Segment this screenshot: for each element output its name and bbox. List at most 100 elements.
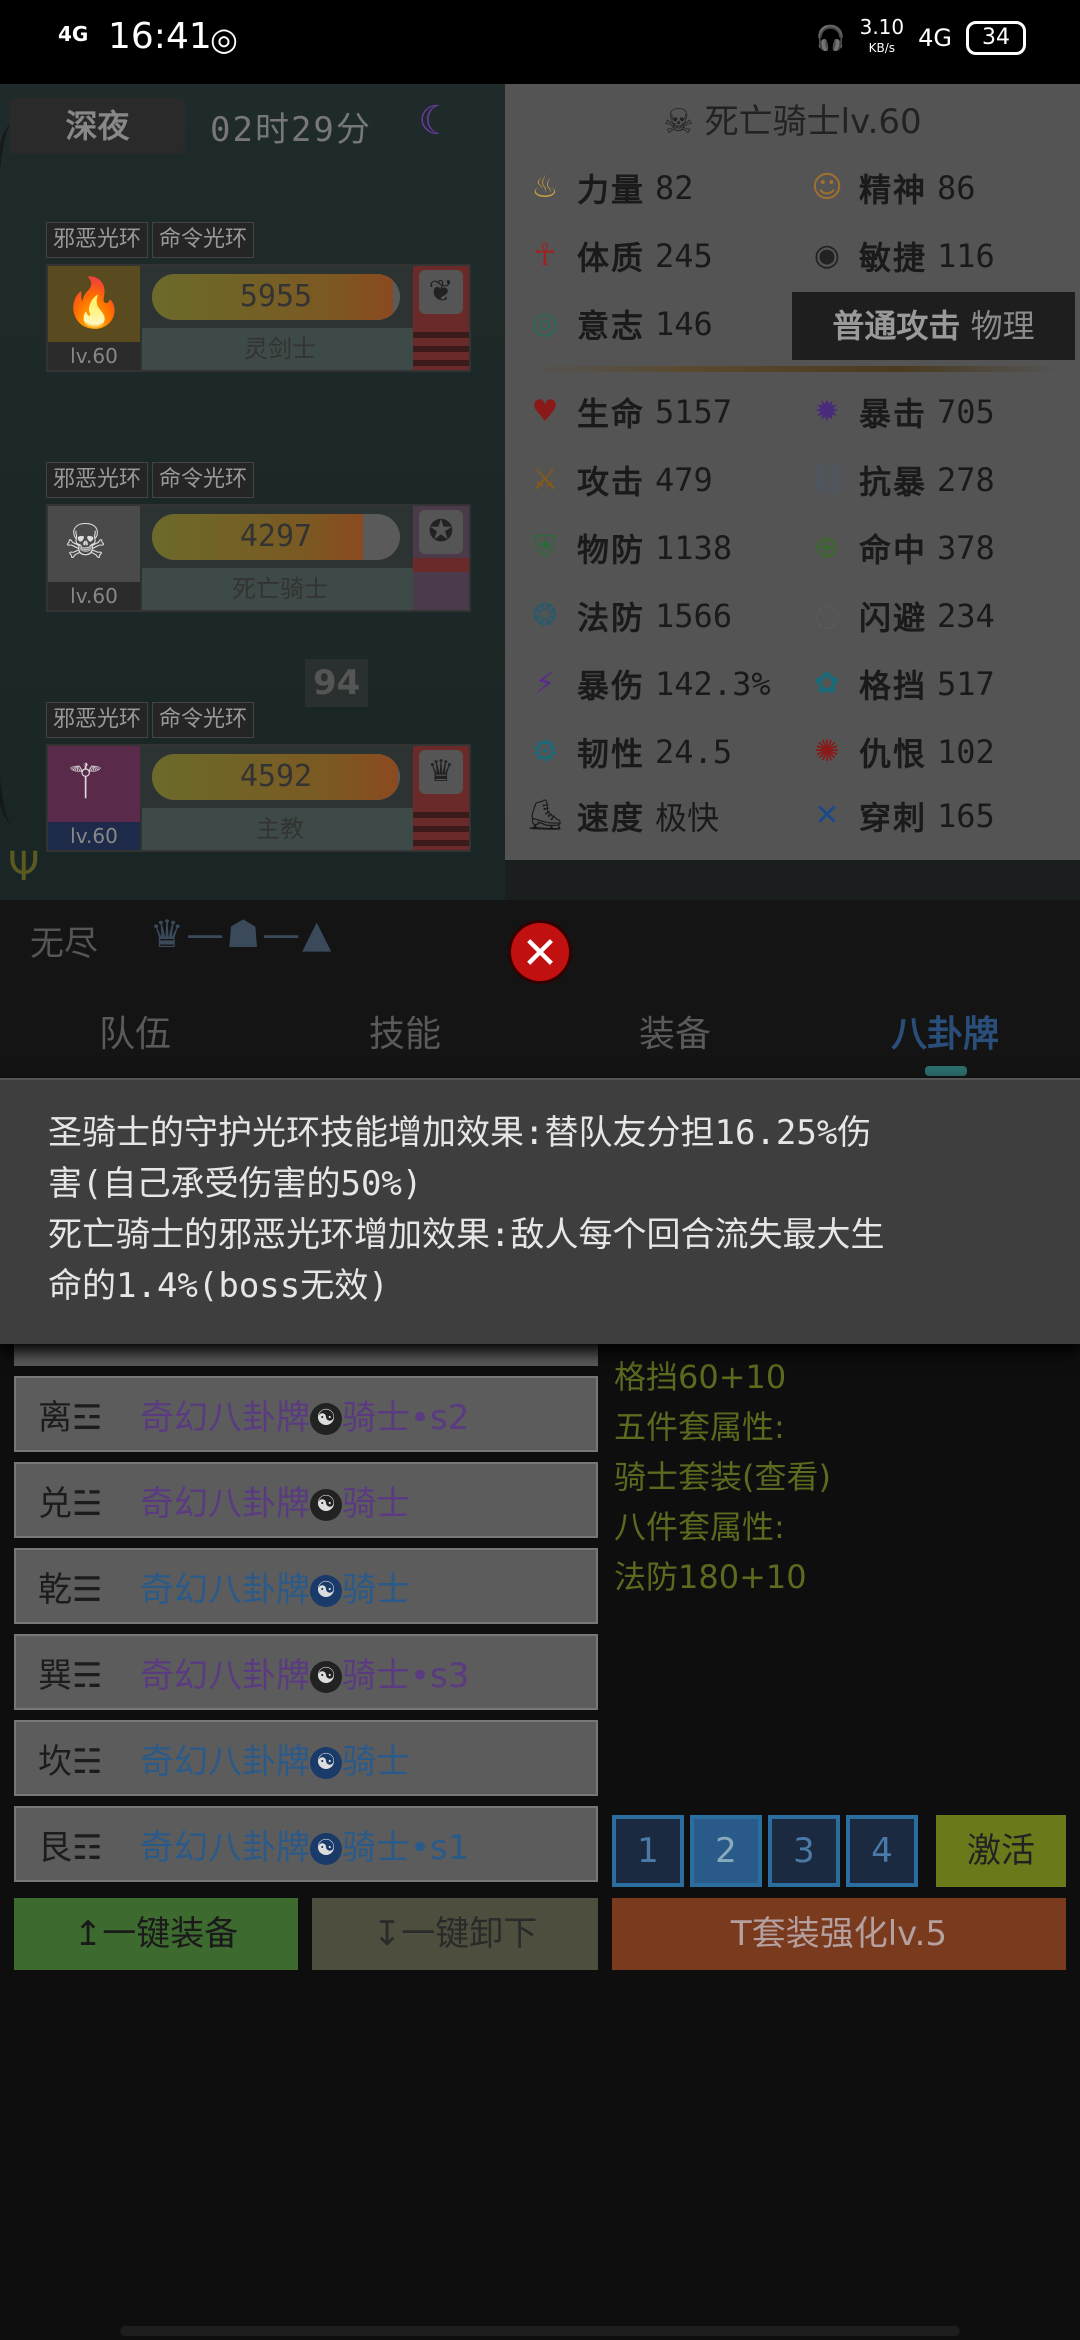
divider: [525, 366, 1060, 372]
skill-tooltip: 圣骑士的守护光环技能增加效果:替队友分担16.25%伤 害(自己承受伤害的50%…: [0, 1078, 1080, 1344]
active-tab-indicator: [925, 1066, 967, 1076]
card-name: 奇幻八卦牌 ☯ 骑士: [140, 1483, 410, 1524]
app-notification-icon: ◎: [210, 20, 238, 58]
card-slot-xun[interactable]: 巽☴ 奇幻八卦牌 ☯ 骑士•s3: [14, 1634, 598, 1710]
card-name: 奇幻八卦牌 ☯ 骑士•s2: [140, 1397, 470, 1438]
stat-constitution: ☥ 体质 245: [523, 226, 713, 286]
hp-bar: 4592: [152, 754, 400, 800]
team-panel: 深夜 02时29分 ☾ 邪恶光环 命令光环 🔥 lv.60 5955 灵剑士 ❦…: [0, 84, 505, 900]
character-portrait: ☠ lv.60: [48, 506, 140, 610]
close-icon: ✕: [521, 928, 559, 979]
trigram-label: 艮☶: [38, 1827, 103, 1868]
stat-agility: ◉ 敏捷 116: [805, 226, 995, 286]
stat-crit-damage: ⚡ 暴伤 142.3%: [523, 654, 770, 714]
tooltip-line: 死亡骑士的邪恶光环增加效果:敌人每个回合流失最大生: [48, 1215, 885, 1255]
stat-will: ◎ 意志 146: [523, 294, 713, 354]
stat-magic-defense: ❂ 法防 1566: [523, 586, 732, 646]
activate-button[interactable]: 激活: [936, 1815, 1066, 1887]
preset-1-button[interactable]: 1: [612, 1815, 684, 1887]
skull-icon: ☠: [663, 102, 705, 142]
hp-bar: 4297: [152, 514, 400, 560]
character-card[interactable]: ⚚ lv.60 4592 主教 ♛: [46, 744, 471, 852]
set-view-link[interactable]: 骑士套装(查看): [614, 1452, 831, 1502]
sword-icon: ⚔: [531, 462, 559, 497]
status-bar: 4G 16:41 ◎ 🎧 3.10 KB/s 4G 34: [0, 0, 1080, 84]
stat-dodge: ◌ 闪避 234: [805, 586, 995, 646]
aura-tag: 邪恶光环: [46, 702, 149, 738]
unequip-all-button[interactable]: ↧一键卸下: [312, 1898, 598, 1970]
crosshair-icon: ⊕: [814, 530, 840, 565]
set-bonus-info: 格挡60+10 五件套属性: 骑士套装(查看) 八件套属性: 法防180+10: [614, 1352, 831, 1602]
stat-pierce: ✕ 穿刺 165: [805, 786, 994, 846]
mode-label: 无尽: [30, 924, 98, 964]
target-icon: ◎: [531, 306, 559, 341]
equip-all-button[interactable]: ↥一键装备: [14, 1898, 298, 1970]
character-name: 死亡骑士: [142, 568, 418, 610]
character-name: 主教: [142, 808, 418, 850]
sword-spirit-icon: 🔥: [64, 275, 124, 331]
head-icon: ☺: [811, 170, 843, 205]
tooltip-line: 命的1.4%(boss无效): [48, 1266, 389, 1306]
trigram-label: 离☲: [38, 1397, 103, 1438]
list-item-partial: [14, 1344, 598, 1366]
character-level: lv.60: [48, 822, 140, 850]
attack-type-button[interactable]: 普通攻击 物理: [792, 292, 1075, 360]
class-badge: ✪: [413, 506, 469, 610]
character-portrait: ⚚ lv.60: [48, 746, 140, 850]
set-bonus-line: 格挡60+10: [614, 1358, 787, 1396]
badge-stripe: [413, 558, 469, 572]
trident-icon[interactable]: Ψ: [8, 844, 39, 890]
trigram-label: 坎☵: [38, 1741, 103, 1782]
stat-hit: ⊕ 命中 378: [805, 518, 994, 578]
close-button[interactable]: ✕: [508, 920, 572, 984]
hp-value: 4592: [239, 759, 313, 794]
hp-bar: 5955: [152, 274, 400, 320]
badge-stripe: [413, 346, 469, 352]
card-slot-dui[interactable]: 兑☱ 奇幻八卦牌 ☯ 骑士: [14, 1462, 598, 1538]
character-level: lv.60: [48, 582, 140, 610]
mask-icon: ♛: [419, 750, 463, 794]
bolt-icon: ⚡: [534, 666, 556, 701]
card-slot-qian[interactable]: 乾☰ 奇幻八卦牌 ☯ 骑士: [14, 1548, 598, 1624]
network-type: 4G: [918, 23, 952, 52]
stat-strength: ♨ 力量 82: [523, 158, 694, 218]
preset-2-button[interactable]: 2: [690, 1815, 762, 1887]
card-slot-gen[interactable]: 艮☶ 奇幻八卦牌 ☯ 骑士•s1: [14, 1806, 598, 1882]
character-card[interactable]: ☠ lv.60 4297 死亡骑士 ✪: [46, 504, 471, 612]
card-name: 奇幻八卦牌 ☯ 骑士: [140, 1741, 410, 1782]
tab-bagua-cards[interactable]: 八卦牌: [810, 1000, 1080, 1070]
progress-chain: ♛—☗—▲: [150, 912, 334, 956]
badge-stripe: [413, 332, 469, 338]
class-badge: ❦: [413, 266, 469, 370]
headphone-icon: 🎧: [815, 23, 846, 52]
set-enhance-button[interactable]: T套装强化lv.5: [612, 1898, 1066, 1970]
wing-icon: ❦: [419, 270, 463, 314]
gear-icon: ⚙: [531, 734, 559, 769]
card-slot-kan[interactable]: 坎☵ 奇幻八卦牌 ☯ 骑士: [14, 1720, 598, 1796]
shield-icon: ⛨: [533, 530, 557, 565]
gesture-bar[interactable]: [120, 2326, 960, 2336]
stat-crit-resist: ⛓ 抗暴 278: [805, 450, 995, 510]
preset-3-button[interactable]: 3: [768, 1815, 840, 1887]
stat-spirit: ☺ 精神 86: [805, 158, 975, 218]
battle-area: 深夜 02时29分 ☾ 邪恶光环 命令光环 🔥 lv.60 5955 灵剑士 ❦…: [0, 84, 1080, 900]
trigram-label: 巽☴: [38, 1655, 103, 1696]
preset-4-button[interactable]: 4: [846, 1815, 918, 1887]
yin-yang-icon: ☯: [310, 1833, 342, 1865]
moon-icon: ☾: [418, 98, 454, 144]
card-name: 奇幻八卦牌 ☯ 骑士: [140, 1569, 410, 1610]
tab-team[interactable]: 队伍: [0, 1000, 270, 1070]
character-card[interactable]: 🔥 lv.60 5955 灵剑士 ❦: [46, 264, 471, 372]
card-slot-li[interactable]: 离☲ 奇幻八卦牌 ☯ 骑士•s2: [14, 1376, 598, 1452]
tab-equipment[interactable]: 装备: [540, 1000, 810, 1070]
stat-crit: ✹ 暴击 705: [805, 382, 994, 442]
badge-stripe: [413, 826, 469, 832]
time-of-day-label: 深夜: [10, 98, 185, 154]
stats-title: ☠ 死亡骑士lv.60: [663, 102, 922, 142]
clock: 16:41: [108, 16, 212, 57]
magic-shield-icon: ❂: [532, 598, 558, 633]
tab-skills[interactable]: 技能: [270, 1000, 540, 1070]
swirl-icon: ◌: [813, 598, 841, 633]
stat-physical-defense: ⛨ 物防 1138: [523, 518, 732, 578]
set-bonus-line: 五件套属性:: [614, 1408, 785, 1446]
